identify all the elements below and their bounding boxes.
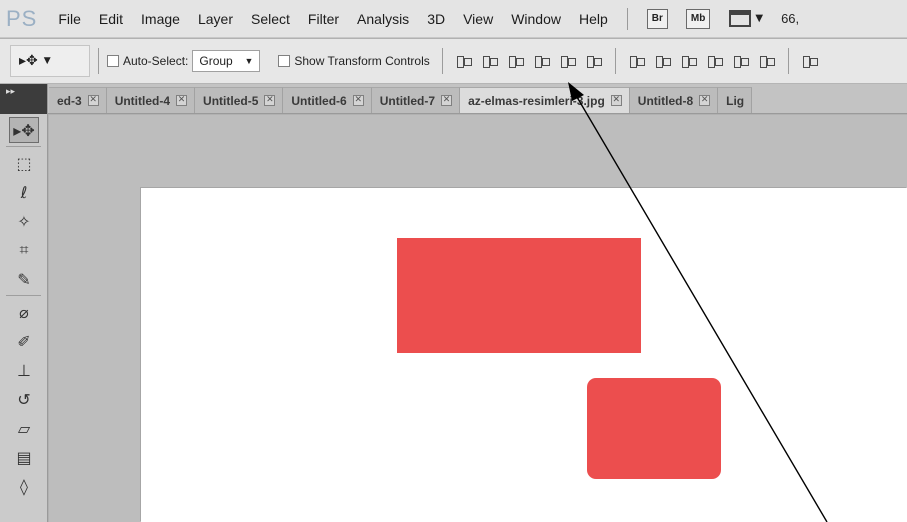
options-bar: ▸✥ ▼ Auto-Select: Group ▼ Show Transform…	[0, 39, 907, 84]
chevron-down-icon[interactable]: ▼	[755, 13, 763, 24]
chevron-down-icon: ▼	[43, 56, 51, 66]
close-icon[interactable]: ✕	[699, 95, 711, 106]
workspace	[49, 115, 907, 522]
crop-icon[interactable]: ⌗	[9, 237, 39, 263]
close-icon[interactable]: ✕	[610, 95, 622, 106]
options-divider	[98, 48, 99, 74]
align-bottom-icon[interactable]	[507, 53, 525, 69]
close-icon[interactable]: ✕	[352, 95, 364, 106]
menu-filter[interactable]: Filter	[308, 11, 339, 27]
tab-document[interactable]: Untitled-4 ✕	[106, 87, 196, 113]
show-transform-checkbox[interactable]	[278, 55, 291, 67]
auto-align-layers-icon[interactable]	[801, 53, 819, 69]
show-transform-label: Show Transform Controls	[294, 54, 430, 68]
distribute-right-icon[interactable]	[758, 53, 776, 69]
document-tabs: ed-3 ✕ Untitled-4 ✕ Untitled-5 ✕ Untitle…	[0, 84, 907, 114]
tab-label: Untitled-8	[637, 93, 694, 108]
tab-label: Untitled-4	[114, 93, 171, 108]
tab-document[interactable]: Untitled-8 ✕	[629, 87, 719, 113]
marquee-icon[interactable]: ⬚	[9, 150, 39, 176]
menu-edit[interactable]: Edit	[99, 11, 123, 27]
brush-icon[interactable]: ✐	[9, 328, 39, 354]
photoshop-logo: PS	[6, 5, 38, 31]
magic-wand-icon[interactable]: ✧	[9, 208, 39, 234]
align-horizontal-center-icon[interactable]	[559, 53, 577, 69]
menu-view[interactable]: View	[463, 11, 493, 27]
distribute-top-icon[interactable]	[628, 53, 646, 69]
close-icon[interactable]: ✕	[264, 95, 276, 106]
distribute-vertical-center-icon[interactable]	[654, 53, 672, 69]
menu-window[interactable]: Window	[511, 11, 561, 27]
tab-label: ed-3	[57, 93, 82, 108]
options-divider	[787, 48, 789, 74]
eraser-icon[interactable]: ▱	[9, 415, 39, 441]
menu-bar: PS File Edit Image Layer Select Filter A…	[0, 0, 907, 38]
tab-document[interactable]: Lig	[718, 87, 753, 113]
tab-label: Untitled-6	[291, 93, 347, 108]
auto-select-checkbox[interactable]	[107, 55, 119, 67]
menu-divider	[626, 7, 628, 30]
distribute-horizontal-center-icon[interactable]	[732, 53, 750, 69]
distribute-bottom-icon[interactable]	[680, 53, 698, 69]
red-rounded-rectangle-shape[interactable]	[587, 378, 721, 479]
tools-divider	[6, 295, 41, 296]
tab-document[interactable]: Untitled-5 ✕	[195, 87, 284, 113]
tab-label: Lig	[726, 93, 745, 108]
tab-document[interactable]: ed-3 ✕	[49, 87, 107, 113]
distribute-left-icon[interactable]	[706, 53, 724, 69]
align-right-icon[interactable]	[585, 53, 603, 69]
close-icon[interactable]: ✕	[441, 95, 453, 106]
clone-stamp-icon[interactable]: ⊥	[9, 357, 39, 383]
menu-help[interactable]: Help	[579, 11, 608, 27]
menu-image[interactable]: Image	[141, 11, 180, 27]
tools-panel: ▸▸ ▸✥ ⬚ ℓ ✧ ⌗ ✎ ⌀ ✐ ⊥ ↺ ▱ ▤ ◊	[0, 84, 48, 522]
lasso-icon[interactable]: ℓ	[9, 179, 39, 205]
auto-select-label: Auto-Select:	[123, 54, 189, 68]
bridge-button[interactable]: Br	[646, 8, 668, 29]
menu-analysis[interactable]: Analysis	[357, 11, 409, 27]
chevron-down-icon: ▼	[244, 56, 254, 66]
auto-select-value: Group	[199, 54, 233, 68]
options-divider	[441, 48, 443, 74]
eyedropper-icon[interactable]: ✎	[9, 266, 39, 292]
mini-bridge-button[interactable]: Mb	[685, 8, 711, 29]
tab-label: az-elmas-resimleri-3.jpg	[468, 93, 605, 108]
auto-select-dropdown[interactable]: Group ▼	[192, 50, 261, 72]
healing-brush-icon[interactable]: ⌀	[9, 299, 39, 325]
move-tool-icon[interactable]: ▸✥	[9, 117, 39, 143]
tab-document-active[interactable]: az-elmas-resimleri-3.jpg ✕	[460, 87, 630, 113]
blur-icon[interactable]: ◊	[9, 473, 39, 499]
gradient-icon[interactable]: ▤	[9, 444, 39, 470]
menu-3d[interactable]: 3D	[427, 11, 445, 27]
options-divider	[614, 48, 616, 74]
tab-label: Untitled-5	[203, 93, 259, 108]
tool-preset-picker[interactable]: ▸✥ ▼	[10, 45, 90, 77]
red-rectangle-shape[interactable]	[397, 238, 641, 353]
close-icon[interactable]: ✕	[87, 95, 99, 106]
tab-document[interactable]: Untitled-6 ✕	[283, 87, 372, 113]
zoom-level[interactable]: 66,	[781, 11, 799, 26]
align-top-icon[interactable]	[455, 53, 473, 69]
menu-file[interactable]: File	[58, 11, 81, 27]
screen-mode-icon[interactable]	[729, 10, 752, 27]
align-vertical-center-icon[interactable]	[481, 53, 499, 69]
tools-divider	[6, 146, 41, 147]
tab-document[interactable]: Untitled-7 ✕	[371, 87, 461, 113]
close-icon[interactable]: ✕	[176, 95, 188, 106]
align-left-icon[interactable]	[533, 53, 551, 69]
move-tool-icon: ▸✥	[19, 53, 38, 69]
menu-layer[interactable]: Layer	[198, 11, 233, 27]
menu-select[interactable]: Select	[251, 11, 290, 27]
panel-collapse-icon[interactable]: ▸▸	[0, 84, 47, 114]
tab-label: Untitled-7	[379, 93, 436, 108]
document-canvas[interactable]	[141, 188, 907, 522]
history-brush-icon[interactable]: ↺	[9, 386, 39, 412]
